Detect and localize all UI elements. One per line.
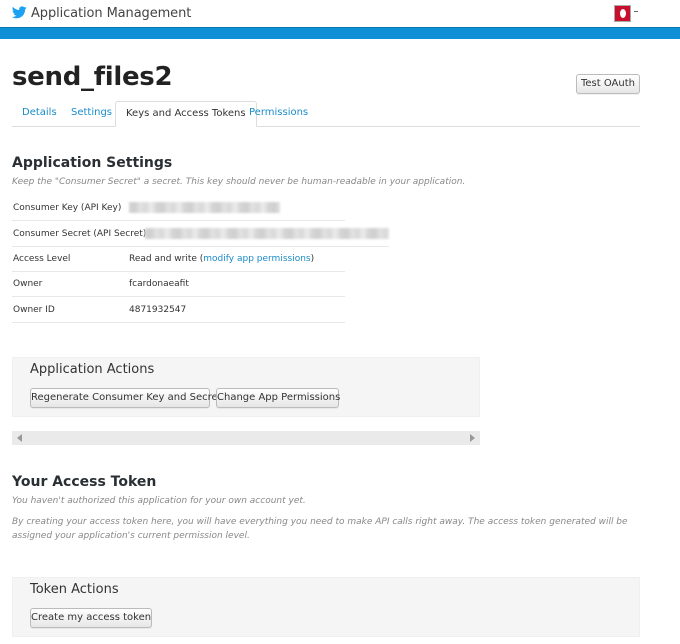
twitter-bird-icon	[11, 4, 27, 23]
owner-id-label: Owner ID	[13, 305, 55, 315]
owner-value: fcardonaeafit	[129, 279, 189, 289]
tab-settings[interactable]: Settings	[61, 101, 122, 127]
tab-bar: Details Settings Keys and Access Tokens …	[12, 101, 640, 127]
regenerate-keys-button[interactable]: Regenerate Consumer Key and Secret	[30, 388, 222, 408]
consumer-secret-note: Keep the "Consumer Secret" a secret. Thi…	[12, 177, 466, 187]
access-level-value: Read and write (modify app permissions)	[129, 254, 314, 264]
consumer-key-label: Consumer Key (API Key)	[13, 203, 122, 213]
application-settings-heading: Application Settings	[12, 155, 173, 171]
tab-permissions[interactable]: Permissions	[239, 101, 318, 127]
user-menu[interactable]	[614, 5, 638, 22]
token-actions-heading: Token Actions	[30, 582, 119, 597]
page-title: send_files2	[12, 62, 173, 92]
access-level-text: Read and write (	[129, 254, 204, 264]
avatar[interactable]	[614, 5, 631, 22]
owner-id-value: 4871932547	[129, 305, 187, 315]
consumer-key-value-redacted	[129, 202, 280, 213]
tab-details[interactable]: Details	[12, 101, 67, 127]
access-level-suffix: )	[310, 254, 315, 264]
access-token-note: You haven't authorized this application …	[12, 496, 306, 506]
modify-app-permissions-link[interactable]: modify app permissions	[203, 254, 310, 264]
consumer-secret-label: Consumer Secret (API Secret)	[13, 229, 147, 239]
tab-keys-and-access-tokens[interactable]: Keys and Access Tokens	[115, 101, 257, 127]
owner-label: Owner	[13, 279, 43, 289]
create-access-token-button[interactable]: Create my access token	[30, 608, 152, 628]
owner-id-row: Owner ID 4871932547	[12, 298, 345, 323]
consumer-secret-value-redacted	[145, 228, 389, 239]
application-actions-heading: Application Actions	[30, 362, 155, 377]
top-navigation-bar: Application Management	[0, 0, 680, 27]
test-oauth-button[interactable]: Test OAuth	[576, 74, 640, 94]
access-token-description: By creating your access token here, you …	[12, 517, 628, 541]
access-level-row: Access Level Read and write (modify app …	[12, 247, 345, 272]
chevron-down-icon[interactable]	[634, 10, 638, 12]
change-app-permissions-button[interactable]: Change App Permissions	[216, 388, 340, 408]
application-actions-panel: Application Actions Regenerate Consumer …	[12, 357, 480, 417]
access-level-label: Access Level	[13, 254, 71, 264]
horizontal-scrollbar[interactable]	[12, 431, 480, 445]
brand[interactable]: Application Management	[11, 4, 192, 23]
consumer-key-row: Consumer Key (API Key)	[12, 196, 345, 221]
consumer-secret-row: Consumer Secret (API Secret)	[12, 222, 389, 247]
token-actions-panel: Token Actions Create my access token	[12, 577, 640, 637]
access-token-heading: Your Access Token	[12, 474, 157, 490]
scroll-left-icon[interactable]	[17, 434, 22, 442]
app-management-title: Application Management	[31, 6, 192, 21]
header-accent-bar	[0, 27, 680, 39]
owner-row: Owner fcardonaeafit	[12, 272, 345, 297]
scroll-right-icon[interactable]	[470, 434, 475, 442]
